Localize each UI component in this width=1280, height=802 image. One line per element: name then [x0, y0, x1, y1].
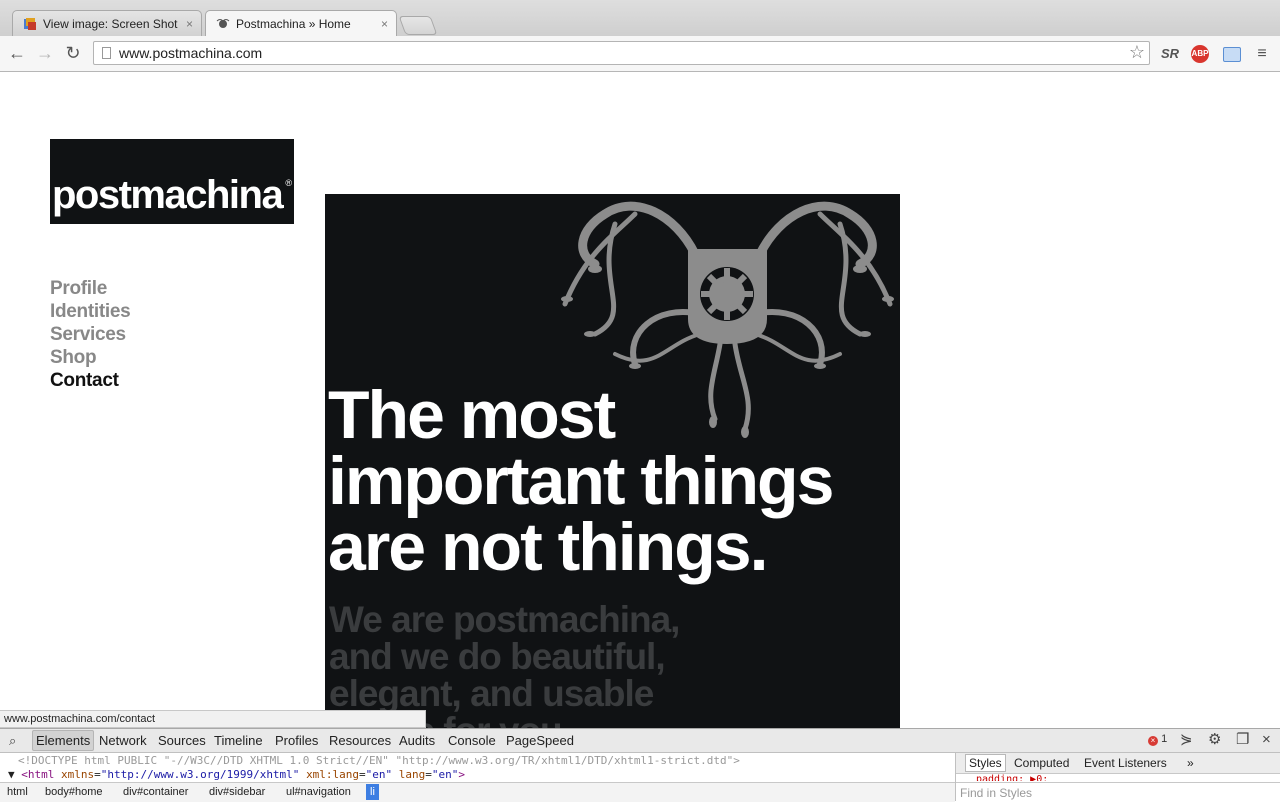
dock-toggle-icon[interactable]: ❐	[1236, 732, 1249, 748]
reload-icon[interactable]: ↻	[64, 44, 82, 62]
attr-value: "http://www.w3.org/1999/xhtml"	[100, 768, 300, 781]
browser-tab-view-image[interactable]: View image: Screen Shot 2 ×	[12, 10, 202, 36]
attr-name: lang	[398, 768, 426, 781]
styles-sidebar: Styles Computed Event Listeners » paddin…	[955, 753, 1280, 801]
headline-line: important things	[328, 443, 834, 519]
nav-item-shop[interactable]: Shop	[50, 346, 130, 369]
devtools-tab-timeline[interactable]: Timeline	[211, 731, 266, 750]
logo-wordmark: postmachina	[52, 173, 284, 217]
registered-mark: ®	[285, 178, 292, 188]
chrome-menu-icon[interactable]: ≡	[1254, 45, 1270, 63]
hero-subtext: We are postmachina, and we do beautiful,…	[329, 599, 680, 728]
hero-banner: The most important things are not things…	[325, 194, 900, 728]
attr-name: xml:lang	[306, 768, 360, 781]
tab-close-icon[interactable]: ×	[381, 17, 388, 31]
find-in-styles-input[interactable]: Find in Styles	[956, 782, 1280, 801]
address-bar-url[interactable]: www.postmachina.com	[119, 45, 262, 61]
style-rule-peek: padding: ▶0;	[976, 774, 1049, 781]
breadcrumb-item[interactable]: div#sidebar	[209, 786, 265, 798]
headline-line: The most	[328, 377, 616, 453]
error-counter[interactable]: × 1	[1148, 733, 1167, 746]
more-tabs-icon[interactable]: »	[1187, 756, 1194, 770]
nav-item-identities[interactable]: Identities	[50, 300, 131, 323]
site-navigation: Profile Identities Services Shop Contact	[50, 277, 131, 392]
doctype-node[interactable]: <!DOCTYPE html PUBLIC "-//W3C//DTD XHTML…	[18, 754, 740, 767]
tab-title: View image: Screen Shot 2	[43, 16, 180, 31]
devtools-tab-pagespeed[interactable]: PageSpeed	[503, 731, 577, 750]
nav-item-services[interactable]: Services	[50, 323, 130, 346]
devtools-tab-console[interactable]: Console	[445, 731, 499, 750]
dom-breadcrumb: html body#home div#container div#sidebar…	[0, 782, 955, 802]
nav-item-profile[interactable]: Profile	[50, 277, 130, 300]
hero-headline: The most important things are not things…	[328, 377, 834, 585]
link-status-bubble: www.postmachina.com/contact	[0, 710, 426, 728]
attr-name: xmlns	[61, 768, 95, 781]
tag-name: html	[27, 768, 55, 781]
settings-gear-icon[interactable]: ⚙	[1208, 732, 1221, 748]
error-count: 1	[1161, 733, 1168, 745]
adblock-plus-icon[interactable]: ABP	[1191, 45, 1209, 63]
new-tab-button[interactable]	[398, 16, 438, 35]
image-favicon-icon	[23, 17, 37, 31]
address-bar[interactable]: www.postmachina.com ☆	[93, 41, 1150, 65]
subtext-line: and we do beautiful,	[329, 636, 666, 677]
postmachina-favicon-icon	[216, 17, 230, 31]
devtools-tab-elements[interactable]: Elements	[32, 730, 95, 751]
devtools-tab-audits[interactable]: Audits	[396, 731, 438, 750]
subtext-line: We are postmachina,	[329, 599, 680, 640]
back-arrow-icon[interactable]: ←	[8, 44, 26, 62]
devtools-tab-sources[interactable]: Sources	[155, 731, 209, 750]
nav-item-contact[interactable]: Contact	[50, 369, 130, 392]
breadcrumb-item[interactable]: ul#navigation	[286, 786, 351, 798]
browser-tab-strip: View image: Screen Shot 2 × Postmachina …	[0, 0, 1280, 36]
breadcrumb-item[interactable]: body#home	[45, 786, 103, 798]
inspect-search-icon[interactable]: ⌕	[9, 733, 23, 748]
forward-arrow-icon[interactable]: →	[36, 44, 54, 62]
html-node[interactable]: ▼ <html xmlns="http://www.w3.org/1999/xh…	[8, 768, 465, 781]
devtools-close-icon[interactable]: ×	[1262, 732, 1271, 748]
devtools-tab-network[interactable]: Network	[96, 731, 150, 750]
breadcrumb-item[interactable]: html	[7, 786, 28, 798]
devtools-tab-resources[interactable]: Resources	[326, 731, 394, 750]
subtext-line: elegant, and usable	[329, 673, 654, 714]
site-logo[interactable]: postmachina ®	[50, 139, 294, 224]
browser-toolbar: ← → ↻ www.postmachina.com ☆ SR ABP ≡	[0, 36, 1280, 72]
devtools-toolbar: ⌕ Elements Network Sources Timeline Prof…	[0, 729, 1280, 753]
bookmark-star-icon[interactable]: ☆	[1129, 42, 1145, 63]
expand-triangle-icon[interactable]: ▼	[8, 768, 15, 781]
devtools-panel: ⌕ Elements Network Sources Timeline Prof…	[0, 728, 1280, 802]
breadcrumb-item[interactable]: div#container	[123, 786, 188, 798]
devtools-tab-profiles[interactable]: Profiles	[272, 731, 321, 750]
page-icon	[102, 47, 111, 59]
styles-tab[interactable]: Styles	[965, 754, 1006, 772]
computed-tab[interactable]: Computed	[1014, 756, 1069, 770]
console-drawer-icon[interactable]: ⋟	[1180, 732, 1193, 748]
attr-value: "en"	[365, 768, 393, 781]
styles-tabs: Styles Computed Event Listeners »	[956, 753, 1280, 774]
browser-tab-postmachina[interactable]: Postmachina » Home ×	[205, 10, 397, 36]
sr-extension-icon[interactable]: SR	[1160, 45, 1180, 63]
tab-title: Postmachina » Home	[236, 16, 351, 31]
tab-close-icon[interactable]: ×	[186, 17, 193, 31]
headline-line: are not things.	[328, 509, 768, 585]
error-icon: ×	[1148, 736, 1158, 746]
event-listeners-tab[interactable]: Event Listeners	[1084, 756, 1167, 770]
folder-extension-icon[interactable]	[1223, 47, 1241, 62]
breadcrumb-item-selected[interactable]: li	[366, 784, 379, 800]
attr-value: "en"	[431, 768, 459, 781]
